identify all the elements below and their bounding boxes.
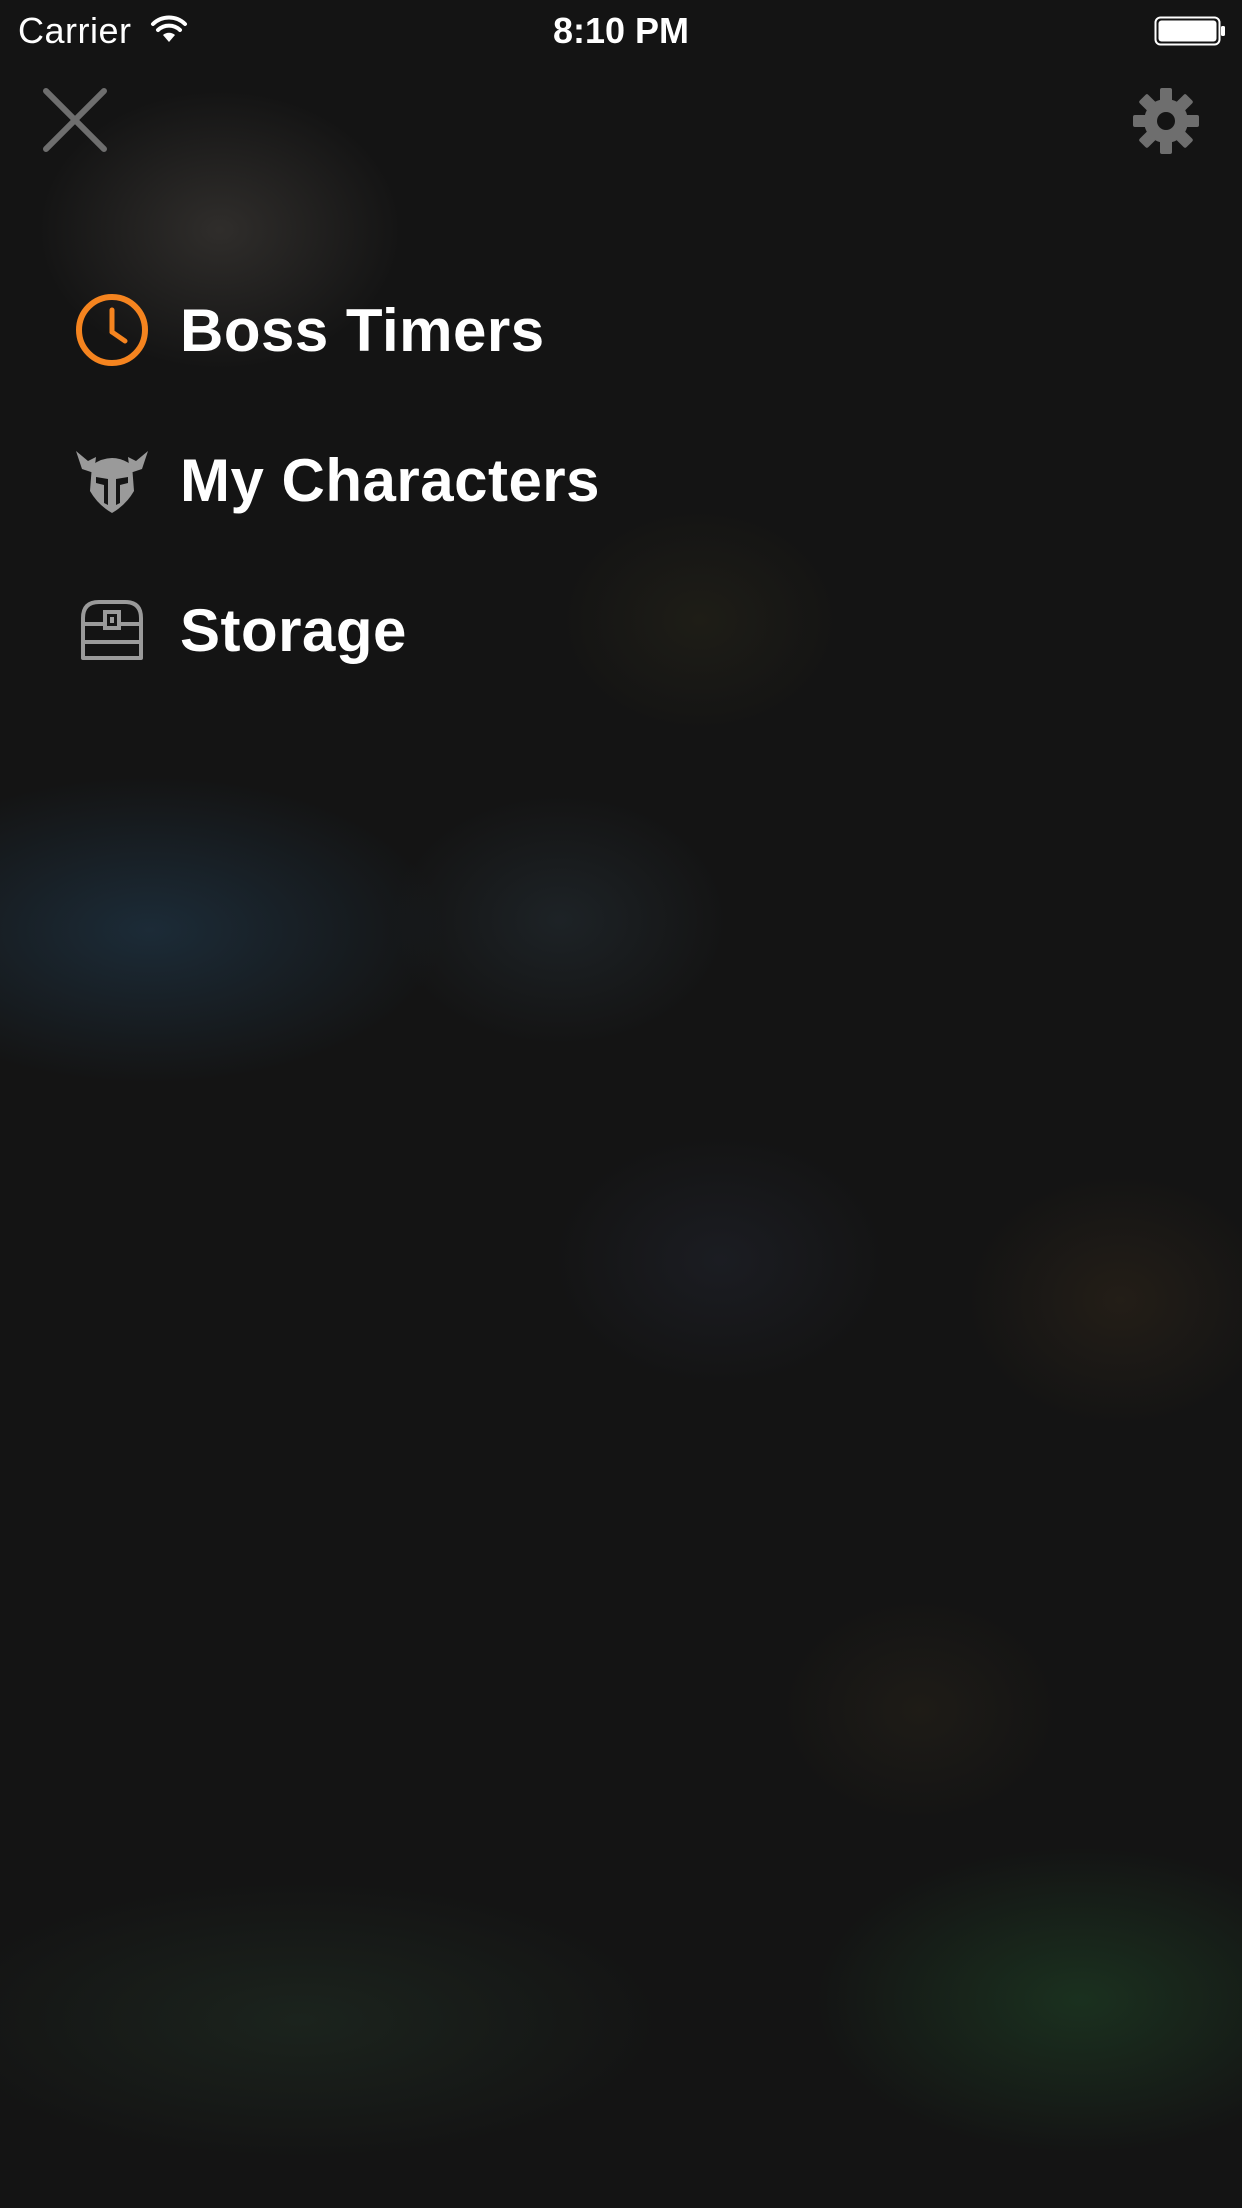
menu-item-storage[interactable]: Storage [72, 580, 872, 680]
status-time: 8:10 PM [552, 10, 690, 51]
clock-icon [72, 290, 152, 370]
chest-icon [72, 590, 152, 670]
menu-item-label: Boss Timers [180, 296, 545, 364]
side-menu-screen: Carrier 8:10 PM Boss Timers My Character… [0, 0, 1242, 2208]
menu-item-label: Storage [180, 596, 407, 664]
settings-button[interactable] [1132, 87, 1200, 155]
battery-icon [1154, 16, 1225, 46]
menu-item-label: My Characters [180, 446, 601, 514]
gear-icon [1133, 88, 1199, 154]
helmet-icon [72, 440, 152, 520]
status-bar: Carrier 8:10 PM [0, 0, 1242, 60]
menu-item-boss-timers[interactable]: Boss Timers [72, 280, 872, 380]
menu-item-my-characters[interactable]: My Characters [72, 430, 872, 530]
close-icon [43, 88, 107, 152]
close-button[interactable] [40, 85, 110, 155]
